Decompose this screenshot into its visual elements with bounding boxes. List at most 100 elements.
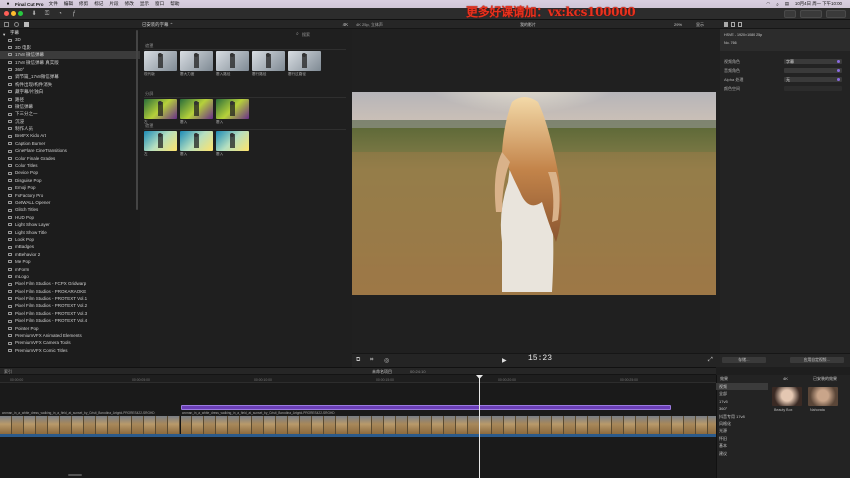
title-clip[interactable] xyxy=(181,405,671,410)
title-thumbnail[interactable] xyxy=(252,51,285,71)
effects-category-item[interactable]: 风格化 xyxy=(716,420,768,427)
sidebar-item[interactable]: 下三分之一 xyxy=(0,110,140,117)
inspector-toggle-button[interactable] xyxy=(826,10,846,18)
effects-category-item[interactable]: 视频 xyxy=(716,383,768,391)
sidebar-item[interactable]: 藏字幕/片独白 xyxy=(0,88,140,95)
search-field[interactable]: 搜索 xyxy=(302,32,310,38)
app-menu[interactable]: Final Cut Pro xyxy=(15,2,44,7)
sidebar-item[interactable]: 微信弹幕 xyxy=(0,103,140,110)
minimize-window-button[interactable] xyxy=(11,11,16,16)
effects-category-item[interactable]: 全部 xyxy=(716,390,768,397)
close-window-button[interactable] xyxy=(4,11,9,16)
sidebar-scrollbar[interactable] xyxy=(136,30,138,210)
media-icon[interactable] xyxy=(4,22,9,27)
title-thumbnail[interactable] xyxy=(180,131,213,151)
title-thumbnail[interactable] xyxy=(180,51,213,71)
music-icon[interactable] xyxy=(14,22,19,27)
sidebar-item[interactable]: ▾ 字幕 xyxy=(0,29,140,37)
sidebar-item[interactable]: 路径 xyxy=(0,96,140,103)
sidebar-item[interactable]: CineFlare CineTransitions xyxy=(0,147,140,154)
title-thumbnail[interactable] xyxy=(144,51,177,71)
audio-role-popup[interactable] xyxy=(784,68,842,73)
effect-thumbnail[interactable] xyxy=(808,387,838,406)
display-dropdown[interactable]: 显示 xyxy=(696,22,704,28)
sidebar-item[interactable]: Caption Burner xyxy=(0,140,140,147)
wifi-icon[interactable]: ◠ xyxy=(766,1,770,7)
sidebar-item[interactable]: Pixel Film Studios - FCPX Gridwarp xyxy=(0,280,140,287)
sidebar-item[interactable]: GetWALL Opener xyxy=(0,199,140,206)
sidebar-item[interactable]: 17v8 微信弹幕 xyxy=(0,51,140,59)
effects-category-item[interactable]: 建议 xyxy=(716,450,768,457)
background-tasks-icon[interactable]: ◔ xyxy=(56,10,64,18)
sidebar-item[interactable]: mLogo xyxy=(0,273,140,280)
sidebar-item[interactable]: Pixel Film Studios - PROTEXT Vol.3 xyxy=(0,310,140,317)
sidebar-item[interactable]: 3D 电影 xyxy=(0,44,140,51)
menu-view[interactable]: 显示 xyxy=(140,1,149,7)
title-thumbnail[interactable] xyxy=(216,99,249,119)
timeline-ruler[interactable]: 00:00:00 00:00:05:00 00:00:10:00 00:00:15:0… xyxy=(0,375,716,383)
sidebar-item[interactable]: mBehavior 2 xyxy=(0,251,140,258)
titles-icon[interactable] xyxy=(24,22,29,27)
keyword-icon[interactable]: ⚿ xyxy=(43,10,51,18)
menu-modify[interactable]: 修改 xyxy=(125,1,134,7)
sidebar-item[interactable]: Light Show Title xyxy=(0,229,140,236)
share-button[interactable] xyxy=(784,10,796,18)
sidebar-item[interactable]: HUD Pop xyxy=(0,214,140,221)
title-thumbnail[interactable] xyxy=(180,99,213,119)
sidebar-item[interactable]: BretFX Kido Art xyxy=(0,132,140,139)
sidebar-item[interactable]: PremiumVFX Camera Tools xyxy=(0,339,140,346)
sidebar-item[interactable]: 调节篇_17v8微信弹幕 xyxy=(0,73,140,80)
title-thumbnail[interactable] xyxy=(216,131,249,151)
effect-thumbnail[interactable] xyxy=(772,387,802,406)
title-thumbnail[interactable] xyxy=(288,51,321,71)
menu-file[interactable]: 文件 xyxy=(49,1,58,7)
apply-custom-button[interactable]: 应用自定视频… xyxy=(790,357,844,363)
sidebar-item[interactable]: Look Pop xyxy=(0,236,140,243)
title-thumbnail[interactable] xyxy=(144,99,177,119)
menu-mark[interactable]: 标记 xyxy=(94,1,103,7)
title-thumbnail[interactable] xyxy=(216,51,249,71)
title-thumbnail[interactable] xyxy=(144,131,177,151)
sidebar-item[interactable]: PremiumVFX Comic Titles xyxy=(0,347,140,354)
audio-waveform[interactable] xyxy=(0,434,716,437)
clock[interactable]: 10月4日 周一 下午10:00 xyxy=(795,1,842,7)
effects-category-item[interactable]: 17v5 xyxy=(716,398,768,405)
sidebar-item[interactable]: 360° xyxy=(0,66,140,73)
speed-icon[interactable]: ◎ xyxy=(384,357,389,364)
effects-category-item[interactable]: 怀旧 xyxy=(716,435,768,442)
apple-icon[interactable]: ● xyxy=(5,1,11,7)
info-inspector-icon[interactable] xyxy=(731,22,735,27)
effects-category-item[interactable]: 抖音专用 17v8 xyxy=(716,413,768,420)
sidebar-item[interactable]: Pixel Film Studios - PROTEXT Vol.2 xyxy=(0,302,140,309)
sidebar-item[interactable]: 沉浸 xyxy=(0,118,140,125)
import-icon[interactable]: ⬇ xyxy=(30,10,38,18)
search-icon[interactable]: ⌕ xyxy=(296,31,299,37)
sidebar-item[interactable]: FxFactory Pro xyxy=(0,192,140,199)
clip-edit-point[interactable] xyxy=(180,416,181,434)
sidebar-item[interactable]: Me Pop xyxy=(0,258,140,265)
sidebar-item[interactable]: Light Show Layer xyxy=(0,221,140,228)
crop-icon[interactable]: ⌗ xyxy=(370,357,373,364)
timecode-display[interactable]: 15:23 xyxy=(528,354,552,363)
menu-clip[interactable]: 片段 xyxy=(109,1,118,7)
playhead[interactable] xyxy=(479,375,480,478)
video-frame[interactable] xyxy=(352,92,716,295)
sidebar-item[interactable]: Glitch Titles xyxy=(0,206,140,213)
sidebar-item[interactable]: Pixel Film Studios - PROTEXT Vol.4 xyxy=(0,317,140,324)
sidebar-item[interactable]: 制作人员 xyxy=(0,125,140,132)
sidebar-item[interactable]: 17v8 微信弹幕 真实版 xyxy=(0,59,140,66)
sidebar-item[interactable]: Pixel Film Studios - PROTEXT Vol.1 xyxy=(0,295,140,302)
zoom-dropdown[interactable]: 29% xyxy=(674,22,682,27)
effects-f-icon[interactable]: ƒ xyxy=(70,10,78,18)
video-clip-strip[interactable] xyxy=(0,416,716,434)
timeline-scrollbar[interactable] xyxy=(68,474,82,476)
sidebar-item[interactable]: Emoji Pop xyxy=(0,184,140,191)
sidebar-item[interactable]: 构件出现/构件消失 xyxy=(0,81,140,88)
sidebar-item[interactable]: mForm xyxy=(0,266,140,273)
alpha-popup[interactable]: 无 xyxy=(784,77,842,82)
fullscreen-icon[interactable]: ⤢ xyxy=(708,357,713,364)
sidebar-item[interactable]: mBadges xyxy=(0,243,140,250)
share-inspector-icon[interactable] xyxy=(738,22,742,27)
video-role-popup[interactable]: 字幕 xyxy=(784,59,842,64)
control-center-icon[interactable]: ▤ xyxy=(785,1,789,7)
